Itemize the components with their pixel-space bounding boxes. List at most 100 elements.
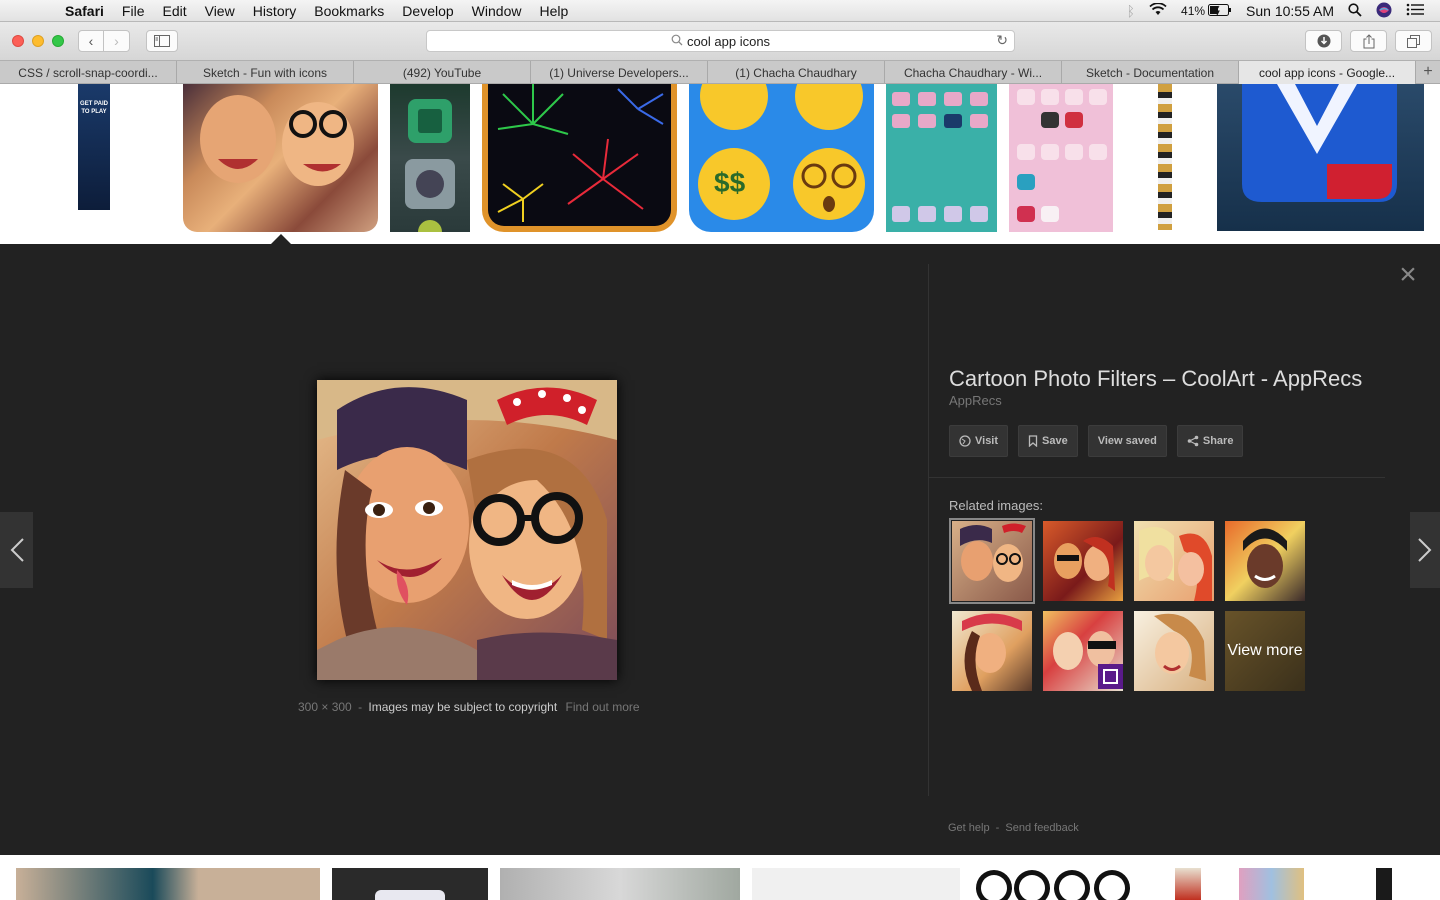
address-bar[interactable]: cool app icons ↻ [426, 30, 1015, 52]
spotlight-icon[interactable] [1348, 2, 1362, 20]
selection-pointer [271, 234, 291, 244]
new-tab-button[interactable]: + [1416, 61, 1440, 83]
result-thumbnail[interactable] [1158, 84, 1172, 230]
tab-chacha-chaudhary-wiki[interactable]: Chacha Chaudhary - Wi... [885, 61, 1062, 84]
previous-image-button[interactable] [0, 512, 33, 588]
result-thumbnail[interactable] [1175, 868, 1201, 900]
result-thumbnail[interactable] [390, 84, 470, 232]
tabs-icon [1407, 34, 1420, 48]
preview-image[interactable] [317, 380, 617, 680]
result-title[interactable]: Cartoon Photo Filters – CoolArt - AppRec… [949, 366, 1362, 392]
tab-css-scroll-snap[interactable]: CSS / scroll-snap-coordi... [0, 61, 177, 84]
bookmark-icon [1028, 435, 1038, 447]
menu-help[interactable]: Help [530, 3, 577, 19]
menu-edit[interactable]: Edit [153, 3, 195, 19]
result-thumbnail[interactable] [16, 868, 320, 900]
image-results-strip-bottom [0, 855, 1440, 900]
notification-center-icon[interactable] [1406, 3, 1424, 19]
tab-sketch-fun-icons[interactable]: Sketch - Fun with icons [177, 61, 354, 84]
view-saved-button[interactable]: View saved [1087, 425, 1167, 457]
result-thumbnail[interactable] [332, 868, 488, 900]
view-more-button[interactable]: View more [1225, 611, 1305, 691]
forward-button[interactable]: › [104, 30, 130, 52]
result-thumbnail[interactable]: $$ [689, 84, 874, 232]
tab-bar: CSS / scroll-snap-coordi... Sketch - Fun… [0, 60, 1440, 84]
siri-icon[interactable] [1376, 2, 1392, 21]
related-image-thumbnail[interactable] [1043, 521, 1123, 601]
menu-file[interactable]: File [113, 3, 154, 19]
result-thumbnail[interactable] [500, 868, 740, 900]
menu-bookmarks[interactable]: Bookmarks [305, 3, 393, 19]
chevron-left-icon [10, 538, 24, 562]
share-icon [1363, 33, 1374, 48]
menu-develop[interactable]: Develop [393, 3, 462, 19]
action-buttons: Visit Save View saved Share [949, 425, 1244, 457]
zoom-window-button[interactable] [52, 35, 64, 47]
result-thumbnail[interactable] [1009, 84, 1113, 232]
next-image-button[interactable] [1410, 512, 1440, 588]
result-thumbnail[interactable] [482, 84, 677, 232]
reload-icon[interactable]: ↻ [996, 32, 1008, 49]
chevron-right-icon: › [114, 33, 119, 49]
section-divider [929, 477, 1385, 478]
result-thumbnail-selected[interactable] [183, 84, 378, 232]
tab-universe-developers[interactable]: (1) Universe Developers... [531, 61, 708, 84]
chevron-right-icon [1418, 538, 1432, 562]
tab-chacha-chaudhary[interactable]: (1) Chacha Chaudhary [708, 61, 885, 84]
result-thumbnail[interactable]: GET PAID TO PLAY [78, 84, 110, 210]
battery-icon[interactable] [1208, 3, 1232, 19]
related-image-thumbnail[interactable] [1043, 611, 1123, 691]
save-label: Save [1042, 435, 1068, 447]
search-icon [671, 34, 683, 49]
save-button[interactable]: Save [1018, 425, 1078, 457]
share-button[interactable] [1350, 30, 1387, 52]
tab-overview-button[interactable] [1395, 30, 1432, 52]
sidebar-toggle-button[interactable] [146, 30, 178, 52]
footer-separator: - [995, 822, 1000, 834]
result-thumbnail[interactable] [1376, 868, 1392, 900]
ad-text: GET PAID TO PLAY [80, 101, 108, 115]
menu-view[interactable]: View [196, 3, 244, 19]
chevron-left-icon: ‹ [88, 33, 94, 49]
menu-history[interactable]: History [244, 3, 306, 19]
globe-icon [959, 435, 971, 447]
download-icon [1317, 34, 1330, 48]
related-image-thumbnail[interactable] [949, 518, 1035, 604]
image-caption: 300 × 300 - Images may be subject to cop… [298, 700, 640, 714]
result-source[interactable]: AppRecs [949, 393, 1002, 408]
share-result-button[interactable]: Share [1176, 425, 1244, 457]
related-image-thumbnail[interactable] [1134, 521, 1214, 601]
svg-text:$$: $$ [714, 167, 746, 198]
caption-separator: - [358, 700, 363, 714]
tab-cool-app-icons[interactable]: cool app icons - Google... [1239, 61, 1416, 84]
find-out-more-link[interactable]: Find out more [566, 700, 640, 714]
back-button[interactable]: ‹ [78, 30, 104, 52]
downloads-button[interactable] [1305, 30, 1342, 52]
close-window-button[interactable] [12, 35, 24, 47]
related-image-thumbnail[interactable] [952, 611, 1032, 691]
tab-youtube[interactable]: (492) YouTube [354, 61, 531, 84]
panel-divider [928, 264, 929, 796]
related-image-thumbnail[interactable] [1225, 521, 1305, 601]
menu-app[interactable]: Safari [56, 3, 113, 19]
clock[interactable]: Sun 10:55 AM [1246, 3, 1334, 19]
bluetooth-icon[interactable]: ᛒ [1127, 3, 1135, 19]
result-thumbnail[interactable] [886, 84, 997, 232]
result-thumbnail[interactable] [1239, 868, 1304, 900]
visit-button[interactable]: Visit [949, 425, 1009, 457]
wifi-icon[interactable] [1149, 2, 1167, 19]
related-images-label: Related images: [949, 498, 1043, 513]
share-label: Share [1202, 435, 1234, 447]
close-icon[interactable]: × [1396, 260, 1420, 290]
address-text[interactable]: cool app icons [687, 34, 770, 49]
result-thumbnail[interactable] [975, 868, 1135, 900]
result-thumbnail[interactable] [1217, 84, 1424, 231]
tab-sketch-documentation[interactable]: Sketch - Documentation [1062, 61, 1239, 84]
result-thumbnail[interactable] [752, 868, 960, 900]
browser-toolbar: ‹ › cool app icons ↻ [0, 22, 1440, 60]
send-feedback-link[interactable]: Send feedback [1005, 822, 1078, 834]
minimize-window-button[interactable] [32, 35, 44, 47]
menu-window[interactable]: Window [463, 3, 531, 19]
get-help-link[interactable]: Get help [948, 822, 990, 834]
related-image-thumbnail[interactable] [1134, 611, 1214, 691]
